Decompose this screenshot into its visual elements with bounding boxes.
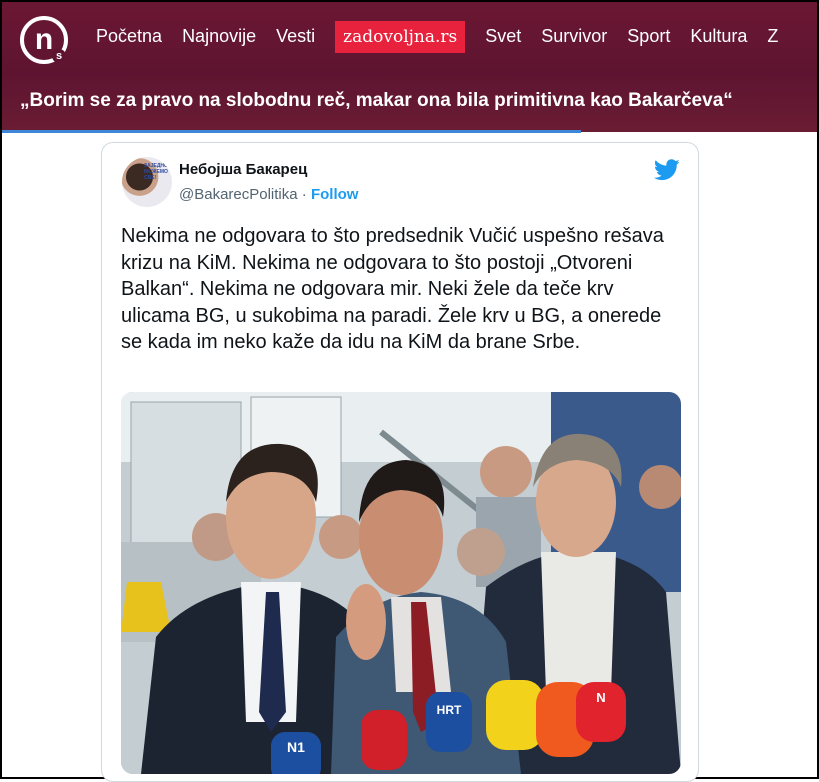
site-logo-icon[interactable]: n s [20,16,68,64]
nav-item-kultura[interactable]: Kultura [690,26,747,47]
handle-separator: · [301,186,307,203]
nav-item-zadovoljna[interactable]: zadovoljna.rs [335,20,466,53]
nav-item-sport[interactable]: Sport [627,26,670,47]
mic-label-n1: N1 [287,739,305,755]
nav-item-survivor[interactable]: Survivor [541,26,607,47]
article-headline: „Borim se za pravo na slobodnu reč, maka… [20,90,733,111]
twitter-bird-icon[interactable] [654,159,680,181]
press-conference-photo: N1 HRT N [121,392,681,774]
mic-label-hrt: HRT [437,703,462,717]
nav-item-najnovije[interactable]: Najnovije [182,26,256,47]
logo-sub: s [52,49,66,63]
main-nav: Početna Najnovije Vesti zadovoljna.rs Sv… [96,20,798,53]
logo-letter: n [34,23,54,56]
tweet-handle-row: @BakarecPolitika · Follow [179,186,358,203]
nav-item-svet[interactable]: Svet [485,26,521,47]
avatar-caption: ЗАЈЕДНО МОЖЕМО СВЕ! [144,163,168,181]
mic-label-n: N [596,690,605,705]
tweet-author-name[interactable]: Небојша Бакарец [179,161,307,178]
nav-item-vesti[interactable]: Vesti [276,26,315,47]
tweet-text: Nekima ne odgovara to što predsednik Vuč… [121,225,664,353]
tweet-photo[interactable]: N1 HRT N [121,392,681,774]
embedded-tweet: ЗАЈЕДНО МОЖЕМО СВЕ! Небојша Бакарец @Bak… [101,142,699,782]
avatar[interactable]: ЗАЈЕДНО МОЖЕМО СВЕ! [122,157,172,207]
site-header: n s Početna Najnovije Vesti zadovoljna.r… [2,2,817,132]
nav-item-overflow[interactable]: Z [767,26,778,47]
tweet-handle[interactable]: @BakarecPolitika [179,186,298,203]
nav-item-pocetna[interactable]: Početna [96,26,162,47]
reading-progress-bar [2,130,581,133]
follow-button[interactable]: Follow [311,186,359,203]
